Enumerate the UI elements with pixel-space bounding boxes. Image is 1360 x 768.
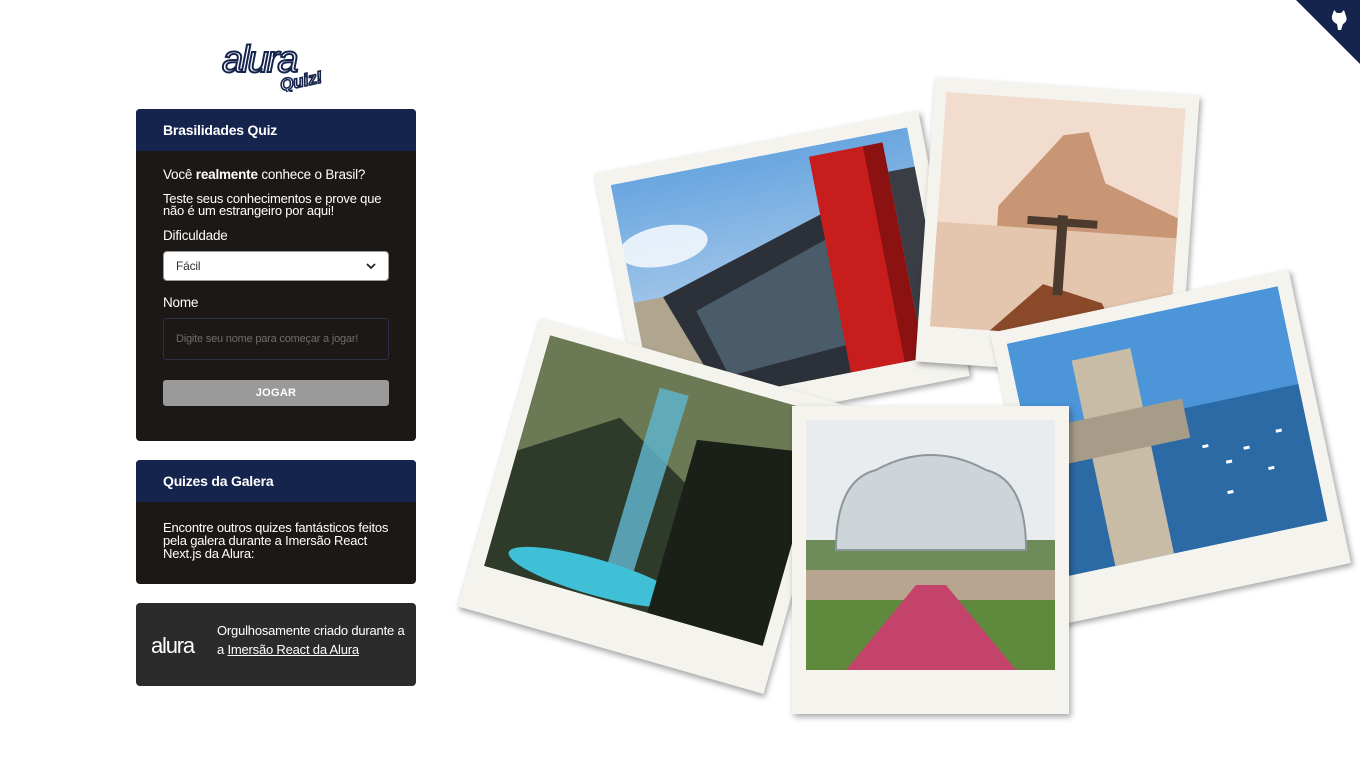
galera-card-title: Quizes da Galera	[136, 460, 416, 502]
name-label: Nome	[163, 295, 199, 310]
difficulty-select[interactable]: Fácil	[163, 251, 389, 281]
footer: alura Orgulhosamente criado durante a a …	[136, 603, 416, 686]
immersion-link[interactable]: Imersão React da Alura	[227, 642, 359, 657]
galera-card: Quizes da Galera Encontre outros quizes …	[136, 460, 416, 584]
alura-quiz-logo: alura Quiz!	[220, 32, 330, 96]
galera-description: Encontre outros quizes fantásticos feito…	[163, 520, 389, 561]
chevron-down-icon	[366, 261, 376, 271]
github-corner-link[interactable]	[1296, 0, 1360, 64]
quiz-card-title: Brasilidades Quiz	[136, 109, 416, 151]
difficulty-label: Dificuldade	[163, 228, 228, 243]
photo-curitiba	[792, 406, 1069, 714]
name-placeholder: Digite seu nome para começar a jogar!	[176, 332, 359, 345]
quiz-card: Brasilidades Quiz Você realmente conhece…	[136, 109, 416, 441]
svg-text:alura: alura	[151, 633, 196, 658]
quiz-description: Teste seus conhecimentos e prove que não…	[163, 191, 382, 218]
footer-text: Orgulhosamente criado durante a a Imersã…	[217, 623, 405, 657]
difficulty-value: Fácil	[176, 258, 201, 273]
name-input[interactable]: Digite seu nome para começar a jogar!	[163, 318, 389, 360]
alura-logo[interactable]: alura	[151, 630, 201, 660]
play-button[interactable]: JOGAR	[163, 380, 389, 406]
quiz-question: Você realmente conhece o Brasil?	[163, 167, 366, 182]
